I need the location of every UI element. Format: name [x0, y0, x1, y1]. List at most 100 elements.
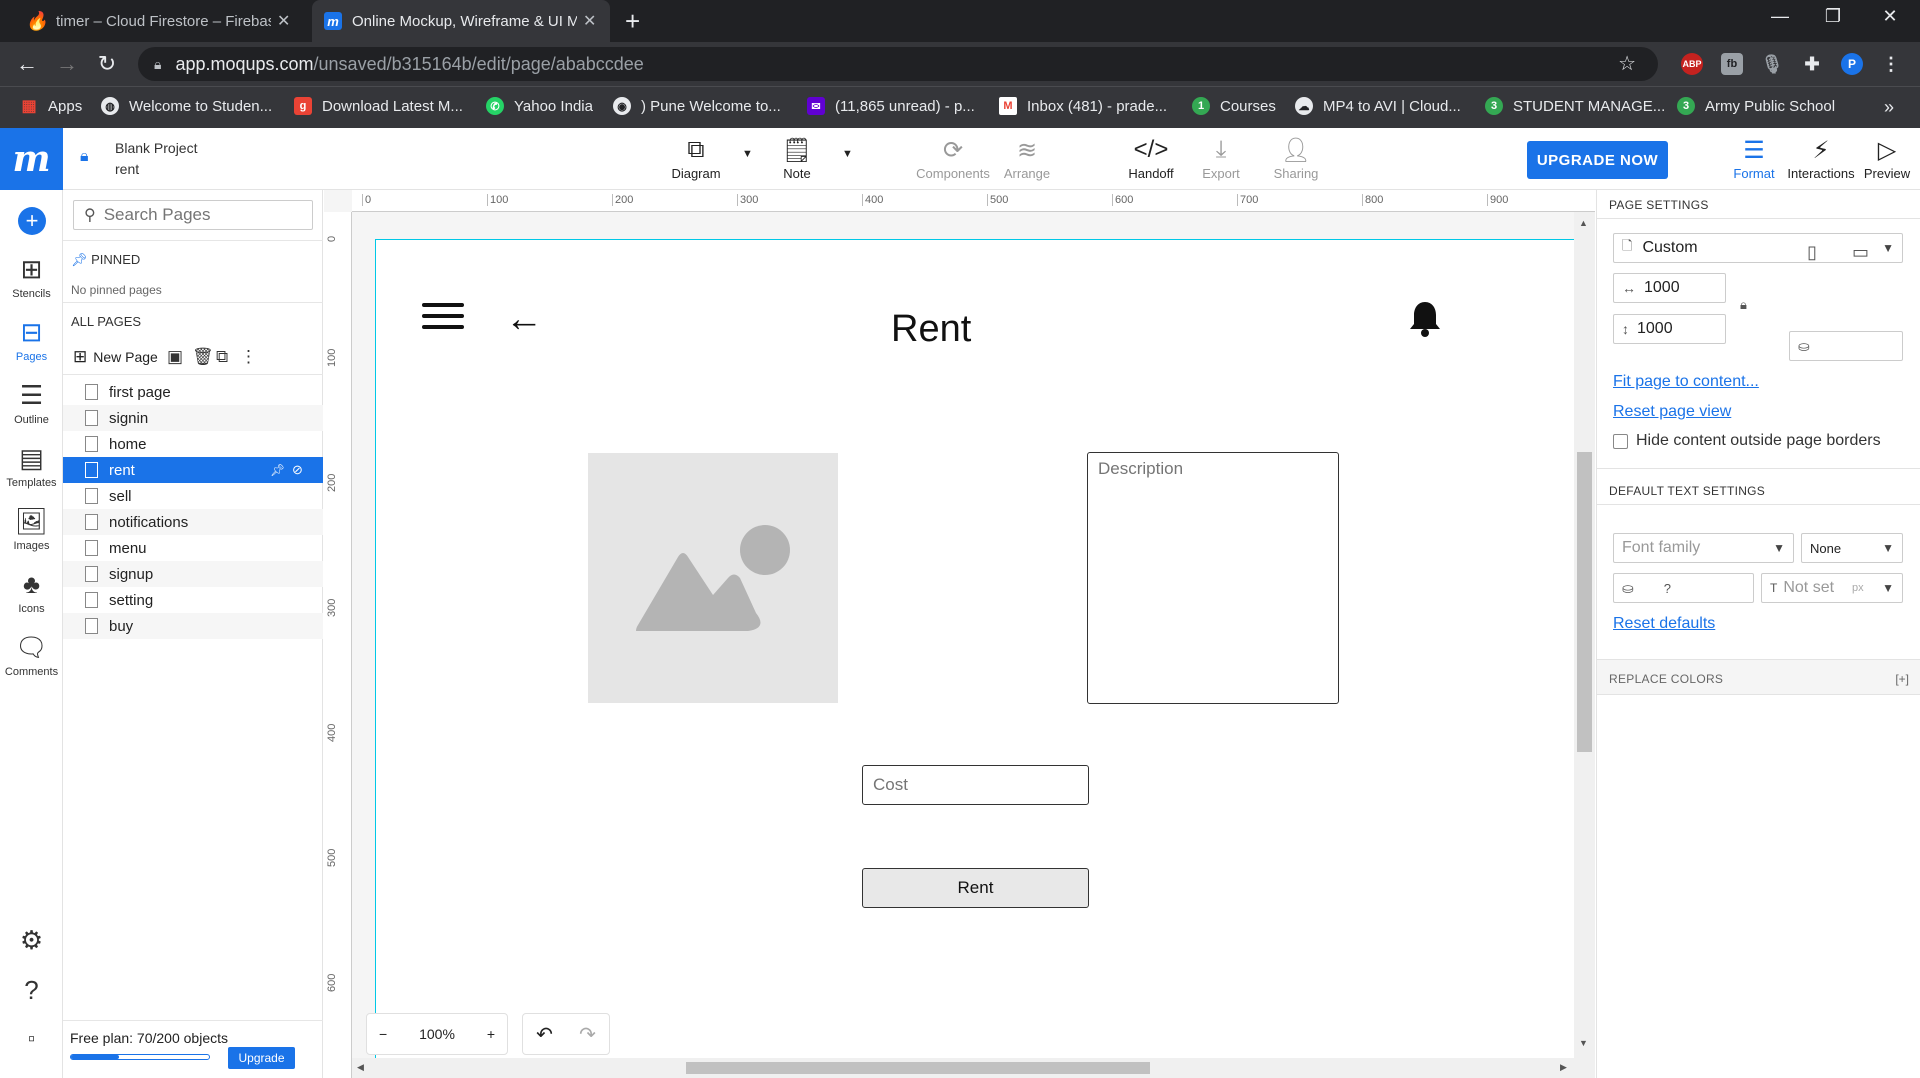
bookmark-apps[interactable]: ▦ Apps [20, 97, 82, 116]
rent-button[interactable]: Rent [862, 868, 1089, 908]
page-item[interactable]: signup [63, 561, 323, 587]
arrange-button[interactable]: ≋ Arrange [982, 136, 1072, 181]
reload-icon[interactable]: ↻ [92, 51, 122, 77]
minimize-icon[interactable]: — [1760, 6, 1800, 27]
extension-fb-icon[interactable]: fb [1721, 53, 1743, 75]
profile-avatar[interactable]: P [1841, 53, 1863, 75]
scroll-left-icon[interactable]: ◀ [357, 1062, 364, 1073]
upgrade-now-button[interactable]: UPGRADE NOW [1527, 141, 1668, 179]
pin-icon[interactable]: 📌︎ [270, 463, 285, 477]
scroll-down-icon[interactable]: ▼ [1579, 1038, 1588, 1048]
zoom-out-button[interactable]: − [379, 1026, 387, 1042]
close-tab-icon[interactable]: ✕ [583, 11, 596, 31]
zoom-in-button[interactable]: + [487, 1026, 495, 1042]
page-height-field[interactable]: ↕ 1000 [1613, 314, 1726, 344]
bookmark-item[interactable]: 1 Courses [1192, 97, 1276, 115]
search-pages-field[interactable]: ⚲ [73, 200, 313, 230]
hide-eye-icon[interactable]: ⊘ [292, 462, 303, 478]
canvas-area[interactable]: ← Rent Rent 0 100 200 300 400 500 600 700 800 900… [324, 190, 1595, 1078]
page-item-selected[interactable]: rent 📌︎ ⊘ [63, 457, 323, 483]
description-textarea[interactable] [1087, 452, 1339, 704]
scroll-right-icon[interactable]: ▶ [1560, 1062, 1567, 1073]
portrait-icon[interactable]: ▯ [1807, 242, 1817, 263]
preview-button[interactable]: ▷ Preview [1842, 136, 1920, 181]
bookmark-item[interactable]: ✆ Yahoo India [486, 97, 593, 115]
chevron-down-icon[interactable]: ▼ [842, 148, 853, 160]
rail-templates[interactable]: ▤ Templates [0, 443, 63, 489]
more-options-icon[interactable]: ⋮ [240, 347, 257, 367]
mockup-title[interactable]: Rent [891, 308, 971, 351]
forward-icon[interactable]: → [52, 51, 82, 77]
trash-icon[interactable]: 🗑︎ [192, 347, 214, 367]
page-item[interactable]: notifications [63, 509, 323, 535]
text-color-field[interactable]: ⛀ ? [1613, 573, 1754, 603]
browser-tab-firebase[interactable]: 🔥 timer – Cloud Firestore – Firebase ✕ [16, 0, 302, 42]
hide-outside-checkbox[interactable] [1613, 433, 1628, 449]
rail-pages[interactable]: ⊟ Pages [0, 317, 63, 363]
bell-icon[interactable] [1409, 300, 1441, 341]
bookmark-item[interactable]: ◍ Welcome to Studen... [101, 97, 272, 115]
horizontal-scrollbar[interactable]: ◀ ▶ [352, 1058, 1574, 1078]
page-item[interactable]: setting [63, 587, 323, 613]
landscape-icon[interactable]: ▭ [1852, 242, 1869, 263]
maximize-icon[interactable]: ❐ [1813, 6, 1853, 27]
cost-input[interactable] [862, 765, 1089, 805]
background-color-field[interactable]: ⛀ [1789, 331, 1903, 361]
new-page-button[interactable]: ⊞ New Page [73, 347, 158, 367]
replace-colors-toggle[interactable]: [+] [1895, 672, 1909, 686]
undo-icon[interactable]: ↶ [536, 1022, 553, 1047]
rail-icons[interactable]: ♣ Icons [0, 569, 63, 615]
bookmarks-overflow[interactable]: » [1884, 97, 1894, 118]
note-button[interactable]: 🗒︎ Note [752, 136, 842, 181]
bookmark-item[interactable]: ✉ (11,865 unread) - p... [807, 97, 975, 115]
page-item[interactable]: menu [63, 535, 323, 561]
horizontal-scroll-thumb[interactable] [686, 1062, 1150, 1074]
image-placeholder[interactable] [588, 453, 838, 703]
zoom-level[interactable]: 100% [419, 1026, 455, 1042]
reset-defaults-link[interactable]: Reset defaults [1613, 615, 1715, 633]
page-item[interactable]: sell [63, 483, 323, 509]
font-size-field[interactable]: T Not set px ▼ [1761, 573, 1903, 603]
page-canvas[interactable]: ← Rent Rent [375, 239, 1580, 1078]
rail-comments[interactable]: 🗨︎ Comments [0, 632, 63, 678]
fit-page-link[interactable]: Fit page to content... [1613, 373, 1759, 391]
diagram-button[interactable]: ⧉ Diagram [651, 136, 741, 181]
settings-button[interactable]: ⚙ [0, 925, 63, 959]
close-tab-icon[interactable]: ✕ [277, 11, 290, 31]
font-family-select[interactable]: Font family ▼ [1613, 533, 1794, 563]
adblock-icon[interactable]: ABP [1681, 53, 1703, 75]
bookmark-item[interactable]: M Inbox (481) - prade... [999, 97, 1167, 115]
moqups-logo[interactable]: m [0, 128, 63, 190]
help-button[interactable]: ? [0, 975, 63, 1009]
bookmark-item[interactable]: 3 STUDENT MANAGE... [1485, 97, 1665, 115]
close-window-icon[interactable]: ✕ [1870, 6, 1910, 27]
back-arrow-icon[interactable]: ← [505, 298, 543, 341]
rail-images[interactable]: 🖼︎ Images [0, 506, 63, 552]
redo-icon[interactable]: ↷ [579, 1022, 596, 1047]
lock-icon[interactable]: 🔒︎ [80, 148, 89, 166]
rail-outline[interactable]: ☰ Outline [0, 380, 63, 426]
url-field[interactable]: 🔒︎ app.moqups.com/unsaved/b315164b/edit/… [138, 47, 1658, 81]
back-icon[interactable]: ← [12, 51, 42, 77]
page-item[interactable]: first page [63, 379, 323, 405]
font-style-select[interactable]: None ▼ [1801, 533, 1903, 563]
page-item[interactable]: home [63, 431, 323, 457]
bookmark-star-icon[interactable]: ☆ [1618, 51, 1636, 76]
microphone-icon[interactable]: 🎙︎ [1761, 53, 1784, 75]
add-icon[interactable]: + [18, 207, 46, 235]
upgrade-button[interactable]: Upgrade [228, 1047, 295, 1069]
replace-colors-section[interactable]: REPLACE COLORS [+] [1597, 660, 1920, 694]
page-item[interactable]: signin [63, 405, 323, 431]
browser-menu-icon[interactable]: ⋮ [1880, 53, 1902, 75]
bookmark-item[interactable]: g Download Latest M... [294, 97, 463, 115]
bookmark-item[interactable]: ◉) Pune Welcome to... [613, 97, 781, 115]
rail-stencils[interactable]: ⊞ Stencils [0, 254, 63, 300]
sharing-button[interactable]: 👤︎ Sharing [1251, 136, 1341, 181]
duplicate-icon[interactable]: ⧉ [216, 347, 228, 367]
reset-page-view-link[interactable]: Reset page view [1613, 403, 1731, 421]
add-folder-icon[interactable]: ▣ [167, 347, 183, 367]
project-name[interactable]: Blank Project [115, 140, 197, 156]
user-avatar[interactable]: ▫ [0, 1028, 63, 1062]
bookmark-item[interactable]: ☁ MP4 to AVI | Cloud... [1295, 97, 1461, 115]
vertical-scroll-thumb[interactable] [1577, 452, 1592, 752]
